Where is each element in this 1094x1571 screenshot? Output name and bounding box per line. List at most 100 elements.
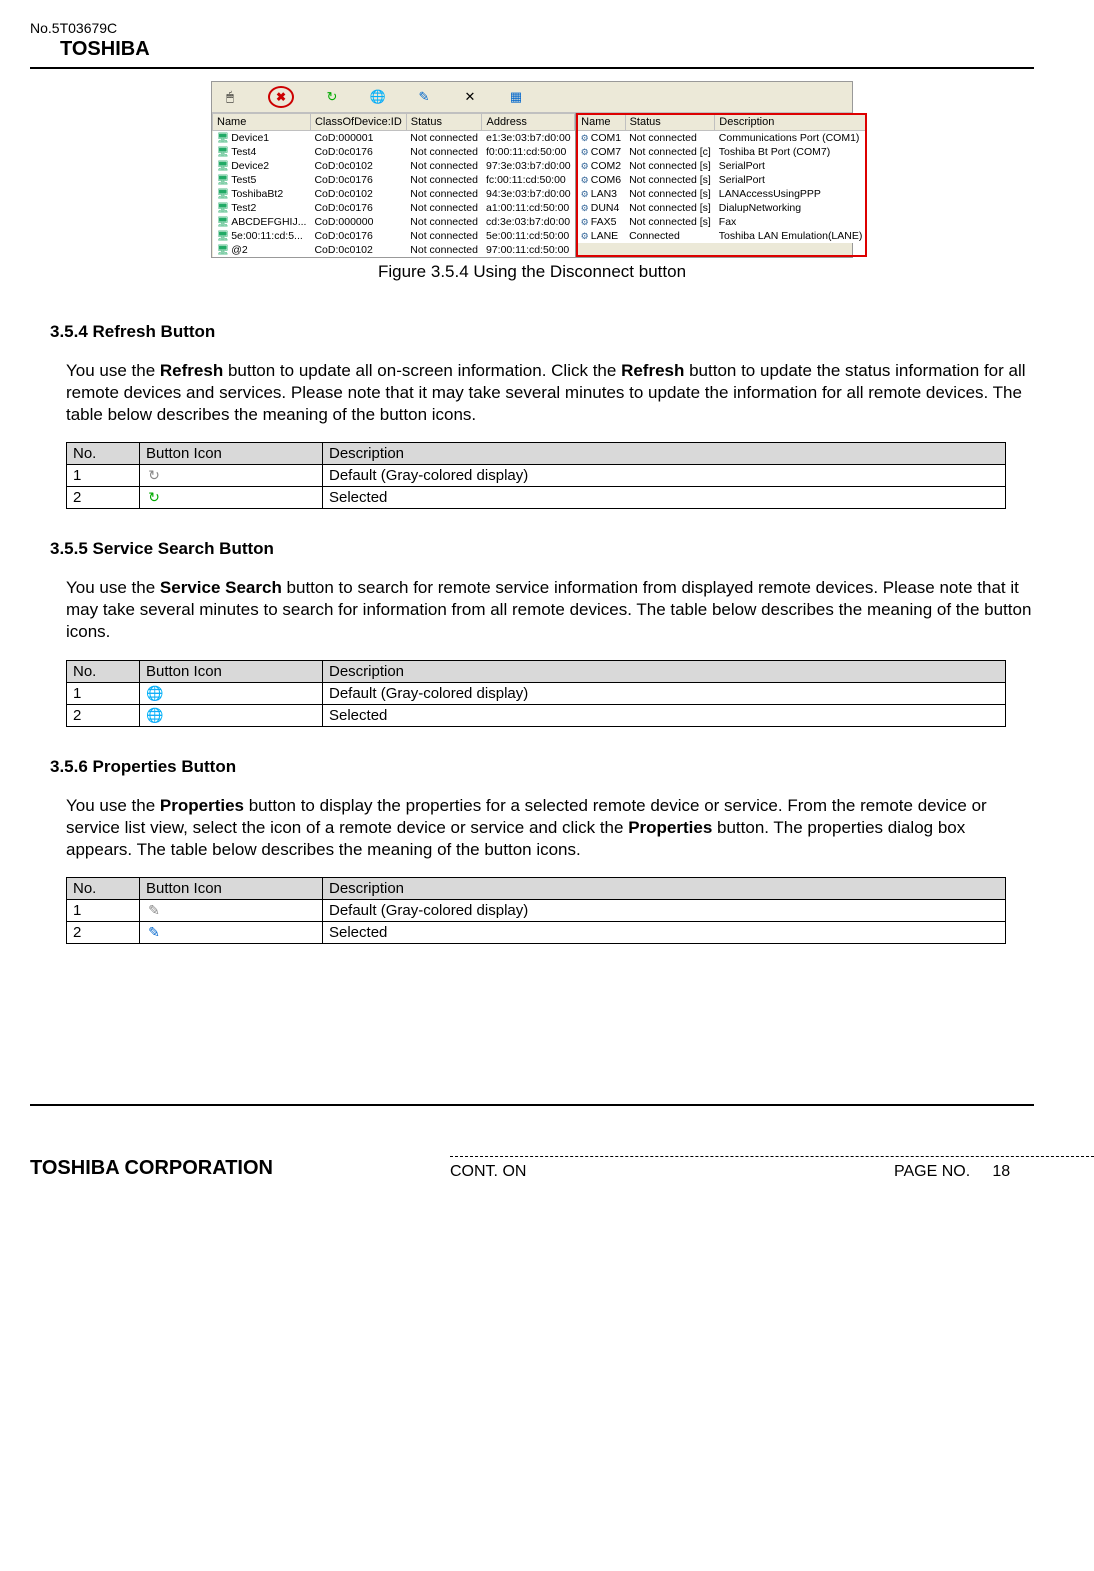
text-bold: Refresh <box>621 361 684 380</box>
service-name-cell: COM1 <box>577 131 625 146</box>
footer-rule <box>30 1104 1034 1106</box>
address-cell: e1:3e:03:b7:d0:00 <box>482 131 575 146</box>
desc-cell: Default (Gray-colored display) <box>323 465 1006 487</box>
table-row: COM2Not connected [s]SerialPort <box>577 159 867 173</box>
button-icon: ↻ <box>146 467 162 483</box>
service-name-cell: COM6 <box>577 173 625 187</box>
icon-cell: 🌐 <box>140 704 323 726</box>
device-name-cell: ToshibaBt2 <box>213 187 311 201</box>
cod-cell: CoD:000001 <box>310 131 406 146</box>
status-cell: Not connected <box>406 173 482 187</box>
footer-page-label: PAGE NO. <box>894 1163 970 1180</box>
column-header: Button Icon <box>140 443 323 465</box>
column-header: ClassOfDevice:ID <box>310 114 406 131</box>
desc-cell: Selected <box>323 921 1006 943</box>
section-refresh: 3.5.4 Refresh Button You use the Refresh… <box>50 322 1034 509</box>
desc-cell: SerialPort <box>715 173 867 187</box>
column-header: Description <box>323 877 1006 899</box>
table-row: Test4CoD:0c0176Not connectedf0:00:11:cd:… <box>213 145 575 159</box>
refresh-icon: ↻ <box>324 89 340 105</box>
page-footer: TOSHIBA CORPORATION CONT. ON PAGE NO. 18 <box>0 1156 1094 1211</box>
text-bold: Refresh <box>160 361 223 380</box>
status-cell: Not connected [s] <box>625 215 715 229</box>
table-row: Test2CoD:0c0176Not connecteda1:00:11:cd:… <box>213 201 575 215</box>
toolbar: 🖱 ✖ ↻ 🌐 ✎ ✕ ▦ <box>212 82 852 113</box>
table-row: LANEConnectedToshiba LAN Emulation(LANE) <box>577 229 867 243</box>
address-cell: cd:3e:03:b7:d0:00 <box>482 215 575 229</box>
desc-cell: Toshiba Bt Port (COM7) <box>715 145 867 159</box>
cod-cell: CoD:000000 <box>310 215 406 229</box>
table-row: 1🌐Default (Gray-colored display) <box>67 682 1006 704</box>
table-row: COM6Not connected [s]SerialPort <box>577 173 867 187</box>
service-name-cell: FAX5 <box>577 215 625 229</box>
icon-cell: ↻ <box>140 487 323 509</box>
no-cell: 2 <box>67 487 140 509</box>
text: You use the <box>66 361 160 380</box>
status-cell: Not connected [s] <box>625 201 715 215</box>
cod-cell: CoD:0c0102 <box>310 243 406 257</box>
table-row: COM1Not connectedCommunications Port (CO… <box>577 131 867 146</box>
table-row: FAX5Not connected [s]Fax <box>577 215 867 229</box>
status-cell: Not connected [s] <box>625 159 715 173</box>
section-heading: 3.5.6 Properties Button <box>50 757 1034 777</box>
address-cell: a1:00:11:cd:50:00 <box>482 201 575 215</box>
desc-cell: Communications Port (COM1) <box>715 131 867 146</box>
button-icon: ✎ <box>146 902 162 918</box>
cod-cell: CoD:0c0176 <box>310 145 406 159</box>
table-row: Device1CoD:000001Not connectede1:3e:03:b… <box>213 131 575 146</box>
address-cell: 94:3e:03:b7:d0:00 <box>482 187 575 201</box>
address-cell: 97:00:11:cd:50:00 <box>482 243 575 257</box>
device-name-cell: Device2 <box>213 159 311 173</box>
icon-cell: 🌐 <box>140 682 323 704</box>
device-name-cell: @2 <box>213 243 311 257</box>
status-cell: Not connected <box>406 159 482 173</box>
status-cell: Not connected <box>406 243 482 257</box>
no-cell: 2 <box>67 921 140 943</box>
desc-cell: Fax <box>715 215 867 229</box>
column-header: Button Icon <box>140 660 323 682</box>
button-icon: 🌐 <box>146 707 162 723</box>
no-cell: 1 <box>67 682 140 704</box>
column-header: Status <box>625 114 715 131</box>
device-name-cell: ABCDEFGHIJ... <box>213 215 311 229</box>
doc-number: No.5T03679C <box>30 20 1034 36</box>
table-row: LAN3Not connected [s]LANAccessUsingPPP <box>577 187 867 201</box>
screenshot-container: 🖱 ✖ ↻ 🌐 ✎ ✕ ▦ Name ClassOfDevice:ID Status… <box>211 81 853 258</box>
desc-cell: DialupNetworking <box>715 201 867 215</box>
text-bold: Service Search <box>160 578 282 597</box>
table-row: COM7Not connected [c]Toshiba Bt Port (CO… <box>577 145 867 159</box>
text: button to update all on-screen informati… <box>223 361 621 380</box>
icon-cell: ↻ <box>140 465 323 487</box>
header-rule <box>30 67 1034 69</box>
cod-cell: CoD:0c0176 <box>310 201 406 215</box>
service-name-cell: LANE <box>577 229 625 243</box>
disconnect-button-highlight: ✖ <box>268 86 294 108</box>
text: You use the <box>66 578 160 597</box>
properties-icon: ✎ <box>416 89 432 105</box>
column-header: Name <box>577 114 625 131</box>
refresh-icon-table: No.Button IconDescription1↻Default (Gray… <box>66 442 1006 509</box>
status-cell: Not connected <box>406 229 482 243</box>
column-header: Description <box>323 443 1006 465</box>
no-cell: 2 <box>67 704 140 726</box>
status-cell: Not connected <box>625 131 715 146</box>
table-row: 1↻Default (Gray-colored display) <box>67 465 1006 487</box>
desc-cell: SerialPort <box>715 159 867 173</box>
column-header: Description <box>715 114 867 131</box>
table-row: Device2CoD:0c0102Not connected97:3e:03:b… <box>213 159 575 173</box>
status-cell: Not connected <box>406 201 482 215</box>
status-cell: Not connected [s] <box>625 187 715 201</box>
column-header: Address <box>482 114 575 131</box>
table-row: Test5CoD:0c0176Not connectedfc:00:11:cd:… <box>213 173 575 187</box>
section-service-search: 3.5.5 Service Search Button You use the … <box>50 539 1034 726</box>
table-row: 2↻Selected <box>67 487 1006 509</box>
service-search-icon: 🌐 <box>370 89 386 105</box>
column-header: No. <box>67 443 140 465</box>
device-name-cell: Test2 <box>213 201 311 215</box>
address-cell: fc:00:11:cd:50:00 <box>482 173 575 187</box>
device-search-icon: 🖱 <box>222 89 238 105</box>
device-name-cell: 5e:00:11:cd:5... <box>213 229 311 243</box>
properties-icon-table: No.Button IconDescription1✎Default (Gray… <box>66 877 1006 944</box>
cod-cell: CoD:0c0102 <box>310 159 406 173</box>
status-cell: Connected <box>625 229 715 243</box>
